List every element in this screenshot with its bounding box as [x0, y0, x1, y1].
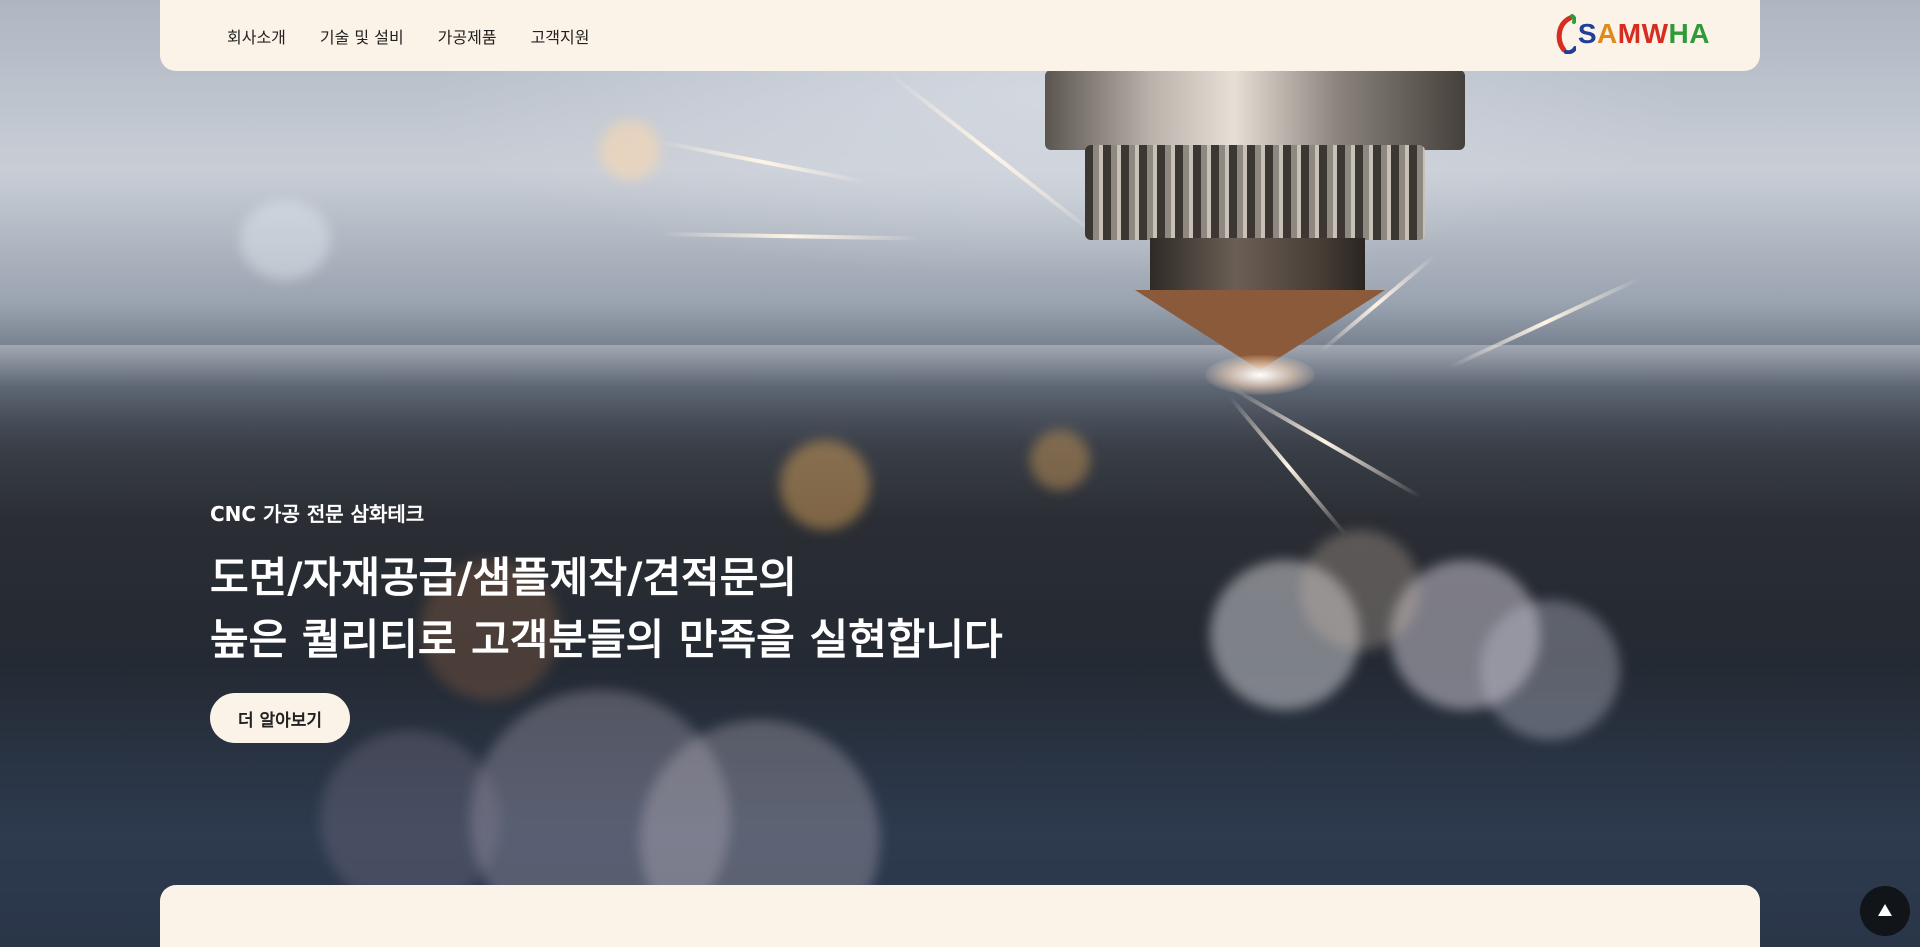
bokeh-light [1300, 530, 1420, 650]
scroll-to-top-button[interactable] [1860, 886, 1910, 936]
spark [659, 232, 920, 241]
bokeh-light [240, 200, 330, 280]
nav-item-support[interactable]: 고객지원 [531, 24, 590, 48]
nav-item-products[interactable]: 가공제품 [438, 24, 497, 48]
bokeh-light [1480, 600, 1620, 740]
top-navigation-bar: 회사소개 기술 및 설비 가공제품 고객지원 S A M W H A [160, 0, 1760, 71]
laser-head-neck [1150, 238, 1365, 293]
logo-letter: A [1689, 18, 1710, 49]
samwha-logo[interactable]: S A M W H A [1554, 10, 1710, 58]
spark [1228, 395, 1348, 537]
main-nav: 회사소개 기술 및 설비 가공제품 고객지원 [227, 0, 589, 71]
hero-title-line-2: 높은 퀄리티로 고객분들의 만족을 실현합니다 [210, 615, 1003, 664]
logo-letter: W [1641, 18, 1669, 49]
laser-glow [1205, 355, 1315, 395]
bokeh-light [600, 120, 660, 180]
hero-title-line-1: 도면/자재공급/샘플제작/견적문의 [210, 553, 797, 602]
metal-plate [0, 345, 1920, 415]
bokeh-light [320, 730, 500, 910]
logo-letter: M [1617, 18, 1642, 49]
laser-head-ring [1085, 145, 1425, 240]
nav-item-technology[interactable]: 기술 및 설비 [320, 24, 404, 48]
hero-subtitle: CNC 가공 전문 삼화테크 [210, 502, 425, 526]
logo-letter: S [1577, 18, 1598, 49]
logo-wordmark: S A M W H A [1578, 18, 1710, 50]
bokeh-light [1030, 430, 1090, 490]
logo-letter: H [1668, 18, 1690, 49]
spark [659, 140, 867, 185]
hero-title: 도면/자재공급/샘플제작/견적문의 높은 퀄리티로 고객분들의 만족을 실현합니… [210, 547, 1003, 671]
content-section-card [160, 885, 1760, 947]
laser-head-top [1045, 70, 1465, 150]
arrow-up-icon [1877, 902, 1893, 921]
learn-more-button[interactable]: 더 알아보기 [210, 693, 350, 743]
logo-letter: A [1597, 18, 1618, 49]
nav-item-company[interactable]: 회사소개 [227, 24, 286, 48]
samwha-logo-icon [1554, 14, 1577, 55]
hero-background [0, 0, 1920, 947]
hero-text: CNC 가공 전문 삼화테크 도면/자재공급/샘플제작/견적문의 높은 퀄리티로… [210, 498, 1003, 671]
